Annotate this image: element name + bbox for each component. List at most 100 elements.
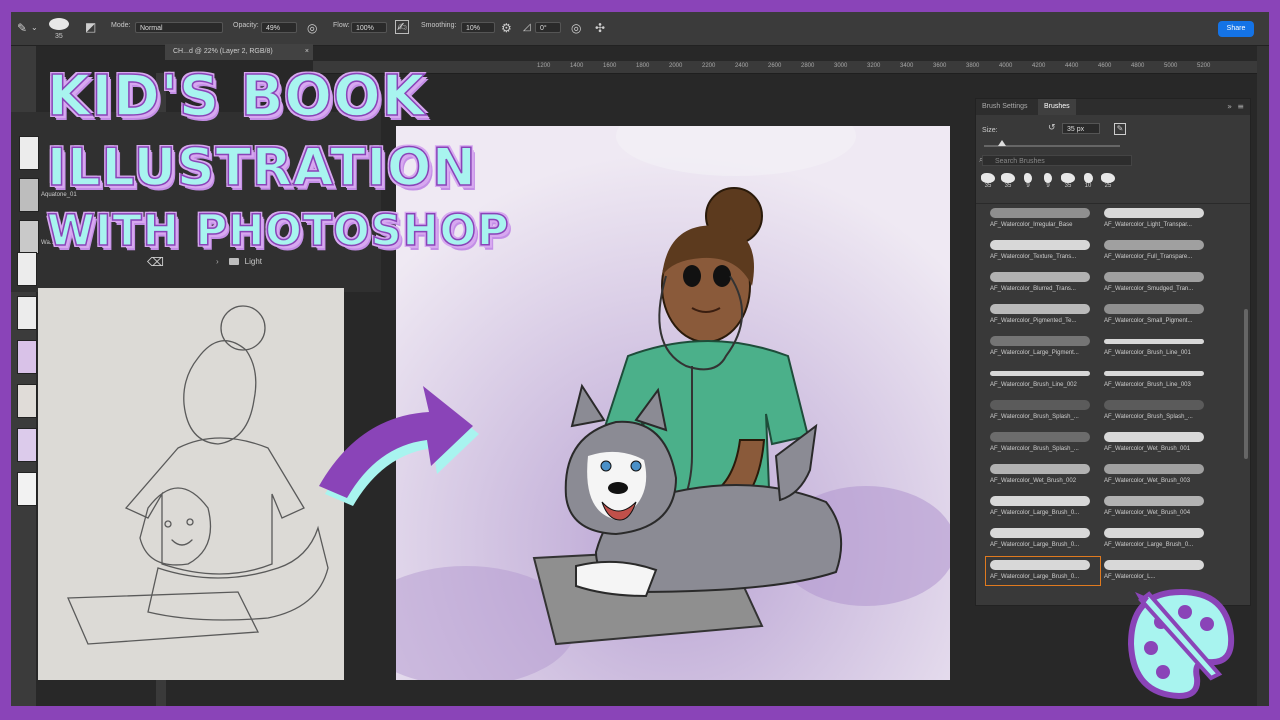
share-button[interactable]: Share xyxy=(1218,21,1254,37)
brush-item[interactable]: AF_Watercolor_Wet_Brush_002 xyxy=(986,461,1100,489)
brush-item[interactable]: AF_Watercolor_Smudged_Tran... xyxy=(1100,269,1214,297)
recent-brush[interactable]: 35 xyxy=(1058,173,1078,189)
sketch-drawing xyxy=(67,305,329,645)
opacity-field[interactable]: 49% xyxy=(261,22,297,33)
brush-item[interactable]: AF_Watercolor_Large_Pigment... xyxy=(986,333,1100,361)
collapse-icon[interactable]: » xyxy=(1227,102,1232,111)
symmetry-icon[interactable]: ✣ xyxy=(595,22,605,34)
tab-brushes[interactable]: Brushes xyxy=(1038,99,1076,115)
brush-size-readout: 35 xyxy=(55,33,63,40)
options-bar: ✎ ⌄ 35 ◩ Mode: Normal Opacity: 49% ◎ Flo… xyxy=(11,12,1269,46)
brush-item[interactable]: AF_Watercolor_Full_Transpare... xyxy=(1100,237,1214,265)
brush-item[interactable]: AF_Watercolor_Large_Brush_0... xyxy=(1100,525,1214,553)
brush-item[interactable]: AF_Watercolor_Wet_Brush_001 xyxy=(1100,429,1214,457)
brush-item[interactable]: AF_Watercolor_Brush_Splash_... xyxy=(986,397,1100,425)
layer-thumbnail[interactable] xyxy=(19,220,39,254)
brush-item[interactable]: AF_Watercolor_Brush_Splash_... xyxy=(1100,397,1214,425)
ruler-label: 4600 xyxy=(1098,63,1112,69)
tab-brush-settings[interactable]: Brush Settings xyxy=(976,99,1034,115)
brush-item[interactable]: AF_Watercolor_Brush_Line_002 xyxy=(986,365,1100,393)
recent-brush[interactable]: 25 xyxy=(1098,173,1118,189)
recent-brush[interactable]: 10 xyxy=(1078,173,1098,189)
new-brush-icon[interactable]: ✎ xyxy=(1114,123,1126,135)
layer-thumbnail[interactable] xyxy=(17,340,37,374)
brush-list-scrollbar[interactable] xyxy=(1244,309,1248,459)
pressure-opacity-icon[interactable]: ◎ xyxy=(307,22,317,34)
reset-icon[interactable]: ↺ xyxy=(1048,123,1056,133)
ruler-label: 1200 xyxy=(537,63,551,69)
headline-line-3: WITH PHOTOSHOP xyxy=(46,205,510,257)
pressure-size-icon[interactable]: ◎ xyxy=(571,22,581,34)
smoothing-field[interactable]: 10% xyxy=(461,22,495,33)
brush-item[interactable]: AF_Watercolor_Brush_Splash_... xyxy=(986,429,1100,457)
arrow-icon xyxy=(319,386,479,506)
paint-palette-logo-icon xyxy=(1127,588,1235,700)
brush-item[interactable]: AF_Watercolor_Wet_Brush_003 xyxy=(1100,461,1214,489)
brush-item[interactable]: AF_Watercolor_Large_Brush_0... xyxy=(986,493,1100,521)
ruler-label: 2200 xyxy=(702,63,716,69)
ruler-label: 3600 xyxy=(933,63,947,69)
size-label: Size: xyxy=(982,127,998,134)
size-field[interactable]: 35 px xyxy=(1062,123,1100,134)
close-icon[interactable]: × xyxy=(305,44,309,60)
brush-item[interactable]: AF_Watercolor_Texture_Trans... xyxy=(986,237,1100,265)
brush-settings-icon[interactable]: ◩ xyxy=(85,21,96,33)
thumbnail-frame: ✎ ⌄ 35 ◩ Mode: Normal Opacity: 49% ◎ Flo… xyxy=(0,0,1280,720)
angle-field[interactable]: 0° xyxy=(535,22,561,33)
pencil-sketch-photo xyxy=(38,288,344,680)
layer-thumbnails-column xyxy=(17,252,37,542)
ruler-label: 4400 xyxy=(1065,63,1079,69)
ruler-label: 5000 xyxy=(1164,63,1178,69)
size-slider-handle[interactable] xyxy=(998,140,1006,146)
ruler-label: 4800 xyxy=(1131,63,1145,69)
airbrush-icon[interactable]: ✍ xyxy=(395,20,410,34)
brush-preset-icon[interactable] xyxy=(49,18,69,30)
recent-brush[interactable]: 9 xyxy=(1038,173,1058,189)
brush-item[interactable]: AF_Watercolor_Brush_Line_001 xyxy=(1100,333,1214,361)
flow-field[interactable]: 100% xyxy=(351,22,387,33)
brush-item[interactable]: AF_Watercolor_Wet_Brush_004 xyxy=(1100,493,1214,521)
document-tab[interactable]: CH...d @ 22% (Layer 2, RGB/8) × xyxy=(165,44,313,60)
brush-item[interactable]: AF_Watercolor_Blurred_Trans... xyxy=(986,269,1100,297)
ruler-label: 2000 xyxy=(669,63,683,69)
brush-item[interactable]: AF_Watercolor_Pigmented_Te... xyxy=(986,301,1100,329)
gear-icon[interactable]: ⚙ xyxy=(501,22,512,34)
layer-thumbnail[interactable] xyxy=(17,428,37,462)
layer-thumbnail[interactable] xyxy=(17,472,37,506)
ruler-label: 3400 xyxy=(900,63,914,69)
ruler-label: 1400 xyxy=(570,63,584,69)
brush-item-selected[interactable]: AF_Watercolor_Large_Brush_0... xyxy=(985,556,1101,586)
recent-brush[interactable]: 35 xyxy=(998,173,1018,189)
brush-item[interactable]: AF_Watercolor_L... xyxy=(1100,557,1214,585)
photoshop-window: ✎ ⌄ 35 ◩ Mode: Normal Opacity: 49% ◎ Flo… xyxy=(11,12,1269,706)
chevron-down-icon[interactable]: ⌄ xyxy=(31,22,38,34)
recent-brush[interactable]: 35 xyxy=(978,173,998,189)
recent-brushes: 35 35 9 9 35 10 25 xyxy=(976,169,1250,204)
brush-item[interactable]: AF_Watercolor_Irregular_Base xyxy=(986,205,1100,233)
layer-thumbnail[interactable] xyxy=(17,252,37,286)
document-tab-label: CH...d @ 22% (Layer 2, RGB/8) xyxy=(173,48,273,55)
panel-menu-icon[interactable]: ≡ xyxy=(1237,102,1244,111)
brush-item[interactable]: AF_Watercolor_Small_Pigment... xyxy=(1100,301,1214,329)
brushes-panel: Brush Settings Brushes » ≡ Size: ↺ 35 px… xyxy=(975,98,1251,606)
brush-tool-icon[interactable]: ✎ xyxy=(17,22,27,34)
recent-brush[interactable]: 9 xyxy=(1018,173,1038,189)
ruler-label: 2800 xyxy=(801,63,815,69)
ruler-label: 4200 xyxy=(1032,63,1046,69)
layer-thumbnail[interactable] xyxy=(17,296,37,330)
ruler-label: 2400 xyxy=(735,63,749,69)
brush-item[interactable]: AF_Watercolor_Light_Transpar... xyxy=(1100,205,1214,233)
flow-label: Flow: xyxy=(333,22,350,29)
brush-item[interactable]: AF_Watercolor_Brush_Line_003 xyxy=(1100,365,1214,393)
layer-thumbnail[interactable] xyxy=(19,178,39,212)
brush-item[interactable]: AF_Watercolor_Large_Brush_0... xyxy=(986,525,1100,553)
mode-select[interactable]: Normal xyxy=(135,22,223,33)
ruler-label: 5200 xyxy=(1197,63,1211,69)
layer-thumbnail[interactable] xyxy=(17,384,37,418)
search-brushes-input[interactable]: Search Brushes xyxy=(982,155,1132,166)
ruler-label: 1600 xyxy=(603,63,617,69)
ruler-label: 3800 xyxy=(966,63,980,69)
ruler-label: 3200 xyxy=(867,63,881,69)
layer-thumbnail[interactable] xyxy=(19,136,39,170)
opacity-label: Opacity: xyxy=(233,22,259,29)
